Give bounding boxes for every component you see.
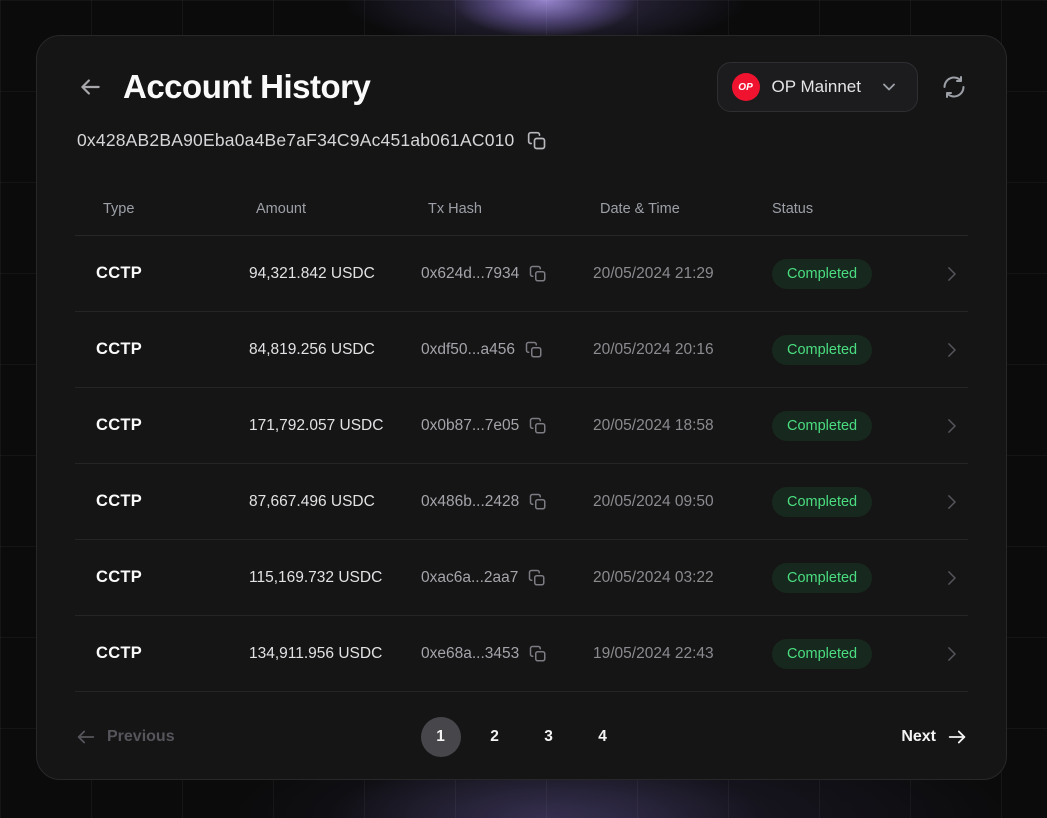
row-chevron[interactable]	[920, 642, 968, 666]
refresh-icon	[942, 75, 966, 99]
chevron-right-icon	[941, 262, 962, 286]
pagination: Previous 1234 Next	[75, 714, 968, 760]
chevron-right-icon	[941, 414, 962, 438]
tx-hash: 0x486b...2428	[421, 493, 519, 511]
column-header-datetime: Date & Time	[572, 201, 744, 217]
copy-tx-hash-button[interactable]	[525, 341, 543, 359]
tx-amount: 94,321.842 USDC	[228, 265, 400, 283]
network-label: OP Mainnet	[772, 77, 861, 97]
card-header: Account History OP OP Mainnet	[75, 62, 968, 112]
address-row: 0x428AB2BA90Eba0a4Be7aF34C9Ac451ab061AC0…	[75, 130, 968, 151]
tx-amount: 134,911.956 USDC	[228, 645, 400, 663]
table-row[interactable]: CCTP 94,321.842 USDC 0x624d...7934 20/05…	[75, 236, 968, 312]
tx-datetime: 20/05/2024 09:50	[572, 493, 744, 511]
table-row[interactable]: CCTP 84,819.256 USDC 0xdf50...a456 20/05…	[75, 312, 968, 388]
tx-type: CCTP	[75, 264, 228, 283]
tx-type: CCTP	[75, 644, 228, 663]
table-row[interactable]: CCTP 87,667.496 USDC 0x486b...2428 20/05…	[75, 464, 968, 540]
status-badge: Completed	[772, 563, 872, 593]
header-left: Account History	[75, 68, 370, 106]
arrow-left-icon	[75, 726, 97, 748]
copy-icon	[528, 569, 546, 587]
chevron-down-icon	[879, 77, 899, 97]
page-list: 1234	[421, 717, 623, 757]
tx-hash: 0x624d...7934	[421, 265, 519, 283]
copy-icon	[529, 493, 547, 511]
tx-hash: 0xe68a...3453	[421, 645, 519, 663]
tx-amount: 84,819.256 USDC	[228, 341, 400, 359]
arrow-right-icon	[946, 726, 968, 748]
tx-datetime: 19/05/2024 22:43	[572, 645, 744, 663]
tx-amount: 171,792.057 USDC	[228, 417, 400, 435]
arrow-left-icon	[77, 74, 103, 100]
table-row[interactable]: CCTP 134,911.956 USDC 0xe68a...3453 19/0…	[75, 616, 968, 692]
row-chevron[interactable]	[920, 490, 968, 514]
copy-icon	[529, 645, 547, 663]
page-number-button[interactable]: 3	[529, 717, 569, 757]
table-body: CCTP 94,321.842 USDC 0x624d...7934 20/05…	[75, 236, 968, 692]
column-header-status: Status	[744, 201, 920, 217]
page-number-button[interactable]: 2	[475, 717, 515, 757]
tx-hash: 0xdf50...a456	[421, 341, 515, 359]
copy-icon	[527, 131, 547, 151]
tx-datetime: 20/05/2024 18:58	[572, 417, 744, 435]
refresh-button[interactable]	[940, 73, 968, 101]
table-row[interactable]: CCTP 171,792.057 USDC 0x0b87...7e05 20/0…	[75, 388, 968, 464]
row-chevron[interactable]	[920, 566, 968, 590]
wallet-address: 0x428AB2BA90Eba0a4Be7aF34C9Ac451ab061AC0…	[77, 130, 515, 151]
copy-tx-hash-button[interactable]	[528, 569, 546, 587]
row-chevron[interactable]	[920, 338, 968, 362]
status-badge: Completed	[772, 259, 872, 289]
column-header-type: Type	[75, 201, 228, 217]
tx-type: CCTP	[75, 492, 228, 511]
column-header-amount: Amount	[228, 201, 400, 217]
tx-datetime: 20/05/2024 20:16	[572, 341, 744, 359]
chevron-right-icon	[941, 490, 962, 514]
copy-tx-hash-button[interactable]	[529, 265, 547, 283]
column-header-txhash: Tx Hash	[400, 201, 572, 217]
copy-address-button[interactable]	[527, 131, 547, 151]
tx-amount: 115,169.732 USDC	[228, 569, 400, 587]
tx-datetime: 20/05/2024 03:22	[572, 569, 744, 587]
previous-page-button[interactable]: Previous	[75, 726, 175, 748]
tx-datetime: 20/05/2024 21:29	[572, 265, 744, 283]
status-badge: Completed	[772, 335, 872, 365]
history-table: Type Amount Tx Hash Date & Time Status C…	[75, 191, 968, 692]
copy-tx-hash-button[interactable]	[529, 645, 547, 663]
network-select[interactable]: OP OP Mainnet	[717, 62, 918, 112]
tx-type: CCTP	[75, 340, 228, 359]
copy-icon	[529, 417, 547, 435]
tx-type: CCTP	[75, 416, 228, 435]
back-button[interactable]	[75, 72, 105, 102]
copy-icon	[529, 265, 547, 283]
page-number-button[interactable]: 4	[583, 717, 623, 757]
header-right: OP OP Mainnet	[717, 62, 968, 112]
status-badge: Completed	[772, 487, 872, 517]
next-page-button[interactable]: Next	[901, 726, 968, 748]
copy-tx-hash-button[interactable]	[529, 493, 547, 511]
status-badge: Completed	[772, 639, 872, 669]
previous-label: Previous	[107, 728, 175, 746]
account-history-card: Account History OP OP Mainnet 0x428AB2BA…	[36, 35, 1007, 780]
table-header-row: Type Amount Tx Hash Date & Time Status	[75, 191, 968, 227]
status-badge: Completed	[772, 411, 872, 441]
copy-icon	[525, 341, 543, 359]
table-row[interactable]: CCTP 115,169.732 USDC 0xac6a...2aa7 20/0…	[75, 540, 968, 616]
op-network-icon: OP	[732, 73, 760, 101]
tx-type: CCTP	[75, 568, 228, 587]
chevron-right-icon	[941, 566, 962, 590]
tx-hash: 0xac6a...2aa7	[421, 569, 518, 587]
tx-amount: 87,667.496 USDC	[228, 493, 400, 511]
chevron-right-icon	[941, 338, 962, 362]
page-number-button[interactable]: 1	[421, 717, 461, 757]
row-chevron[interactable]	[920, 262, 968, 286]
next-label: Next	[901, 728, 936, 746]
row-chevron[interactable]	[920, 414, 968, 438]
tx-hash: 0x0b87...7e05	[421, 417, 519, 435]
chevron-right-icon	[941, 642, 962, 666]
copy-tx-hash-button[interactable]	[529, 417, 547, 435]
page-background: Account History OP OP Mainnet 0x428AB2BA…	[0, 0, 1047, 818]
page-title: Account History	[123, 68, 370, 106]
